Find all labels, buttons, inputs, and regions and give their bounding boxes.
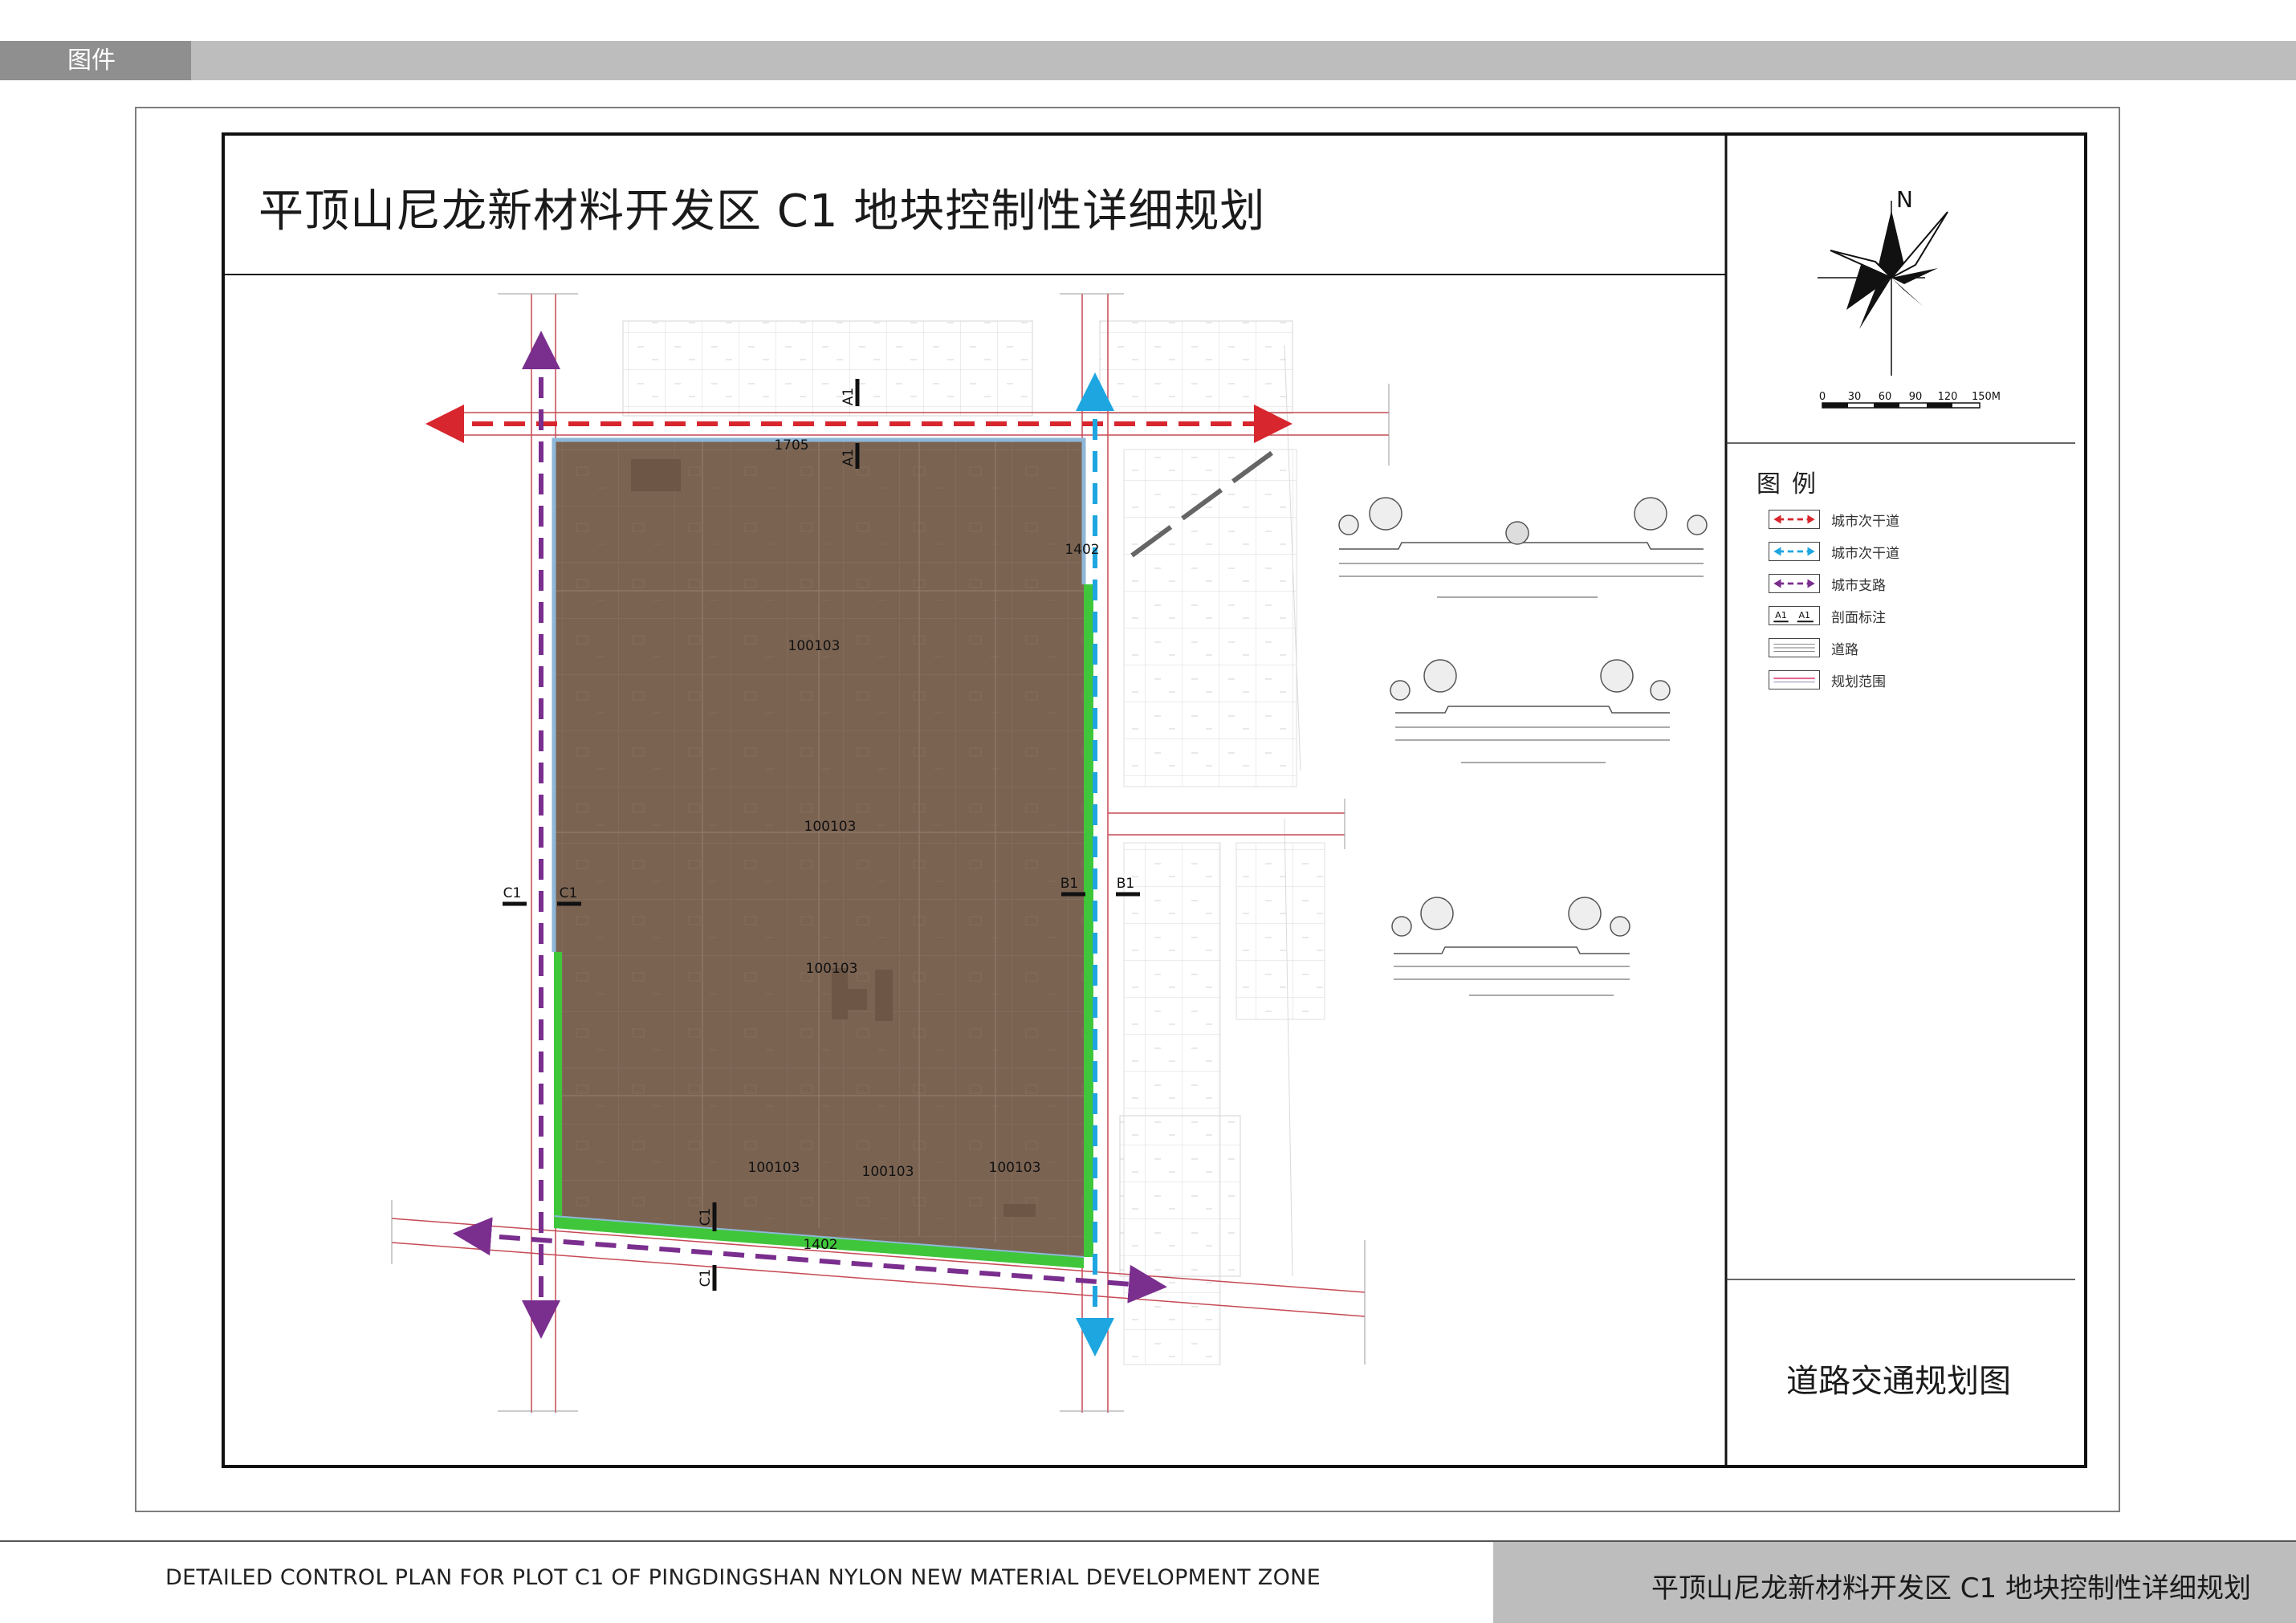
legend-red-arrow-icon (1769, 510, 1820, 529)
plot-code: 100103 (806, 961, 858, 977)
legend-title: 图例 (1757, 470, 1827, 498)
section-label-b1-right: B1 (1117, 876, 1134, 892)
legend-item-plan-boundary: 规划范围 (1769, 669, 1886, 690)
legend-label: 城市次干道 (1831, 513, 1899, 530)
section-label-a1-top: A1 (841, 388, 857, 405)
svg-text:120: 120 (1938, 391, 1958, 403)
green-belt-east (1084, 584, 1093, 1257)
drawing-name: 道路交通规划图 (1786, 1363, 2011, 1400)
footer-chinese-title: 平顶山尼龙新材料开发区 C1 地块控制性详细规划 (1651, 1572, 2251, 1605)
footer-title-block: 平顶山尼龙新材料开发区 C1 地块控制性详细规划 (1493, 1542, 2296, 1623)
section-label-c1-right: C1 (560, 885, 578, 901)
legend-item-road: 道路 (1769, 637, 1858, 658)
legend-label: 城市支路 (1831, 577, 1886, 594)
legend-label: 道路 (1831, 641, 1858, 658)
legend-blue-arrow-icon (1769, 542, 1820, 561)
legend-item-section-mark: A1 A1 剖面标注 (1769, 605, 1886, 626)
section-label-c1-left: C1 (503, 885, 522, 901)
north-arrow-icon: N (1818, 186, 1948, 376)
svg-text:A1: A1 (1775, 610, 1787, 620)
cross-section-c1 (1391, 897, 1630, 996)
svg-text:90: 90 (1909, 391, 1923, 403)
plot-code: 100103 (748, 1160, 800, 1176)
legend-item-blue-secondary-road: 城市次干道 (1769, 541, 1899, 562)
green-belt-west (554, 952, 562, 1216)
plot-code: 100103 (989, 1160, 1041, 1176)
cross-section-b1 (1390, 659, 1671, 763)
svg-text:30: 30 (1848, 391, 1862, 403)
legend-item-branch-road: 城市支路 (1769, 573, 1886, 594)
legend-road-icon (1769, 638, 1820, 657)
svg-text:150M: 150M (1972, 391, 2001, 403)
section-label-b1-left: B1 (1060, 876, 1078, 892)
section-label-c1-bottom-a: C1 (698, 1208, 714, 1226)
cross-section-a1 (1338, 497, 1708, 598)
legend-label: 规划范围 (1831, 673, 1886, 690)
road-number-1402-east: 1402 (1065, 542, 1099, 558)
scale-bar: 0 30 60 90 120 150M (1819, 391, 2001, 409)
legend-label: 城市次干道 (1831, 545, 1899, 562)
footer-english-title: DETAILED CONTROL PLAN FOR PLOT C1 OF PIN… (165, 1565, 1321, 1590)
road-number-1705: 1705 (774, 437, 808, 454)
plot-code: 100103 (788, 638, 841, 654)
svg-text:A1: A1 (1799, 610, 1811, 620)
legend-section-mark-icon: A1 A1 (1769, 606, 1820, 625)
road-number-1402-south: 1402 (803, 1237, 837, 1253)
svg-text:0: 0 (1819, 391, 1826, 403)
plot-code: 100103 (804, 819, 857, 835)
legend-purple-arrow-icon (1769, 574, 1820, 593)
svg-text:60: 60 (1879, 391, 1892, 403)
plot-code: 100103 (862, 1164, 914, 1180)
legend-item-red-secondary-road: 城市次干道 (1769, 509, 1899, 530)
section-label-c1-bottom-b: C1 (698, 1269, 714, 1287)
legend-boundary-icon (1769, 670, 1820, 689)
section-label-a1-bottom: A1 (841, 449, 857, 466)
legend-label: 剖面标注 (1831, 609, 1886, 626)
north-label: N (1896, 186, 1913, 213)
